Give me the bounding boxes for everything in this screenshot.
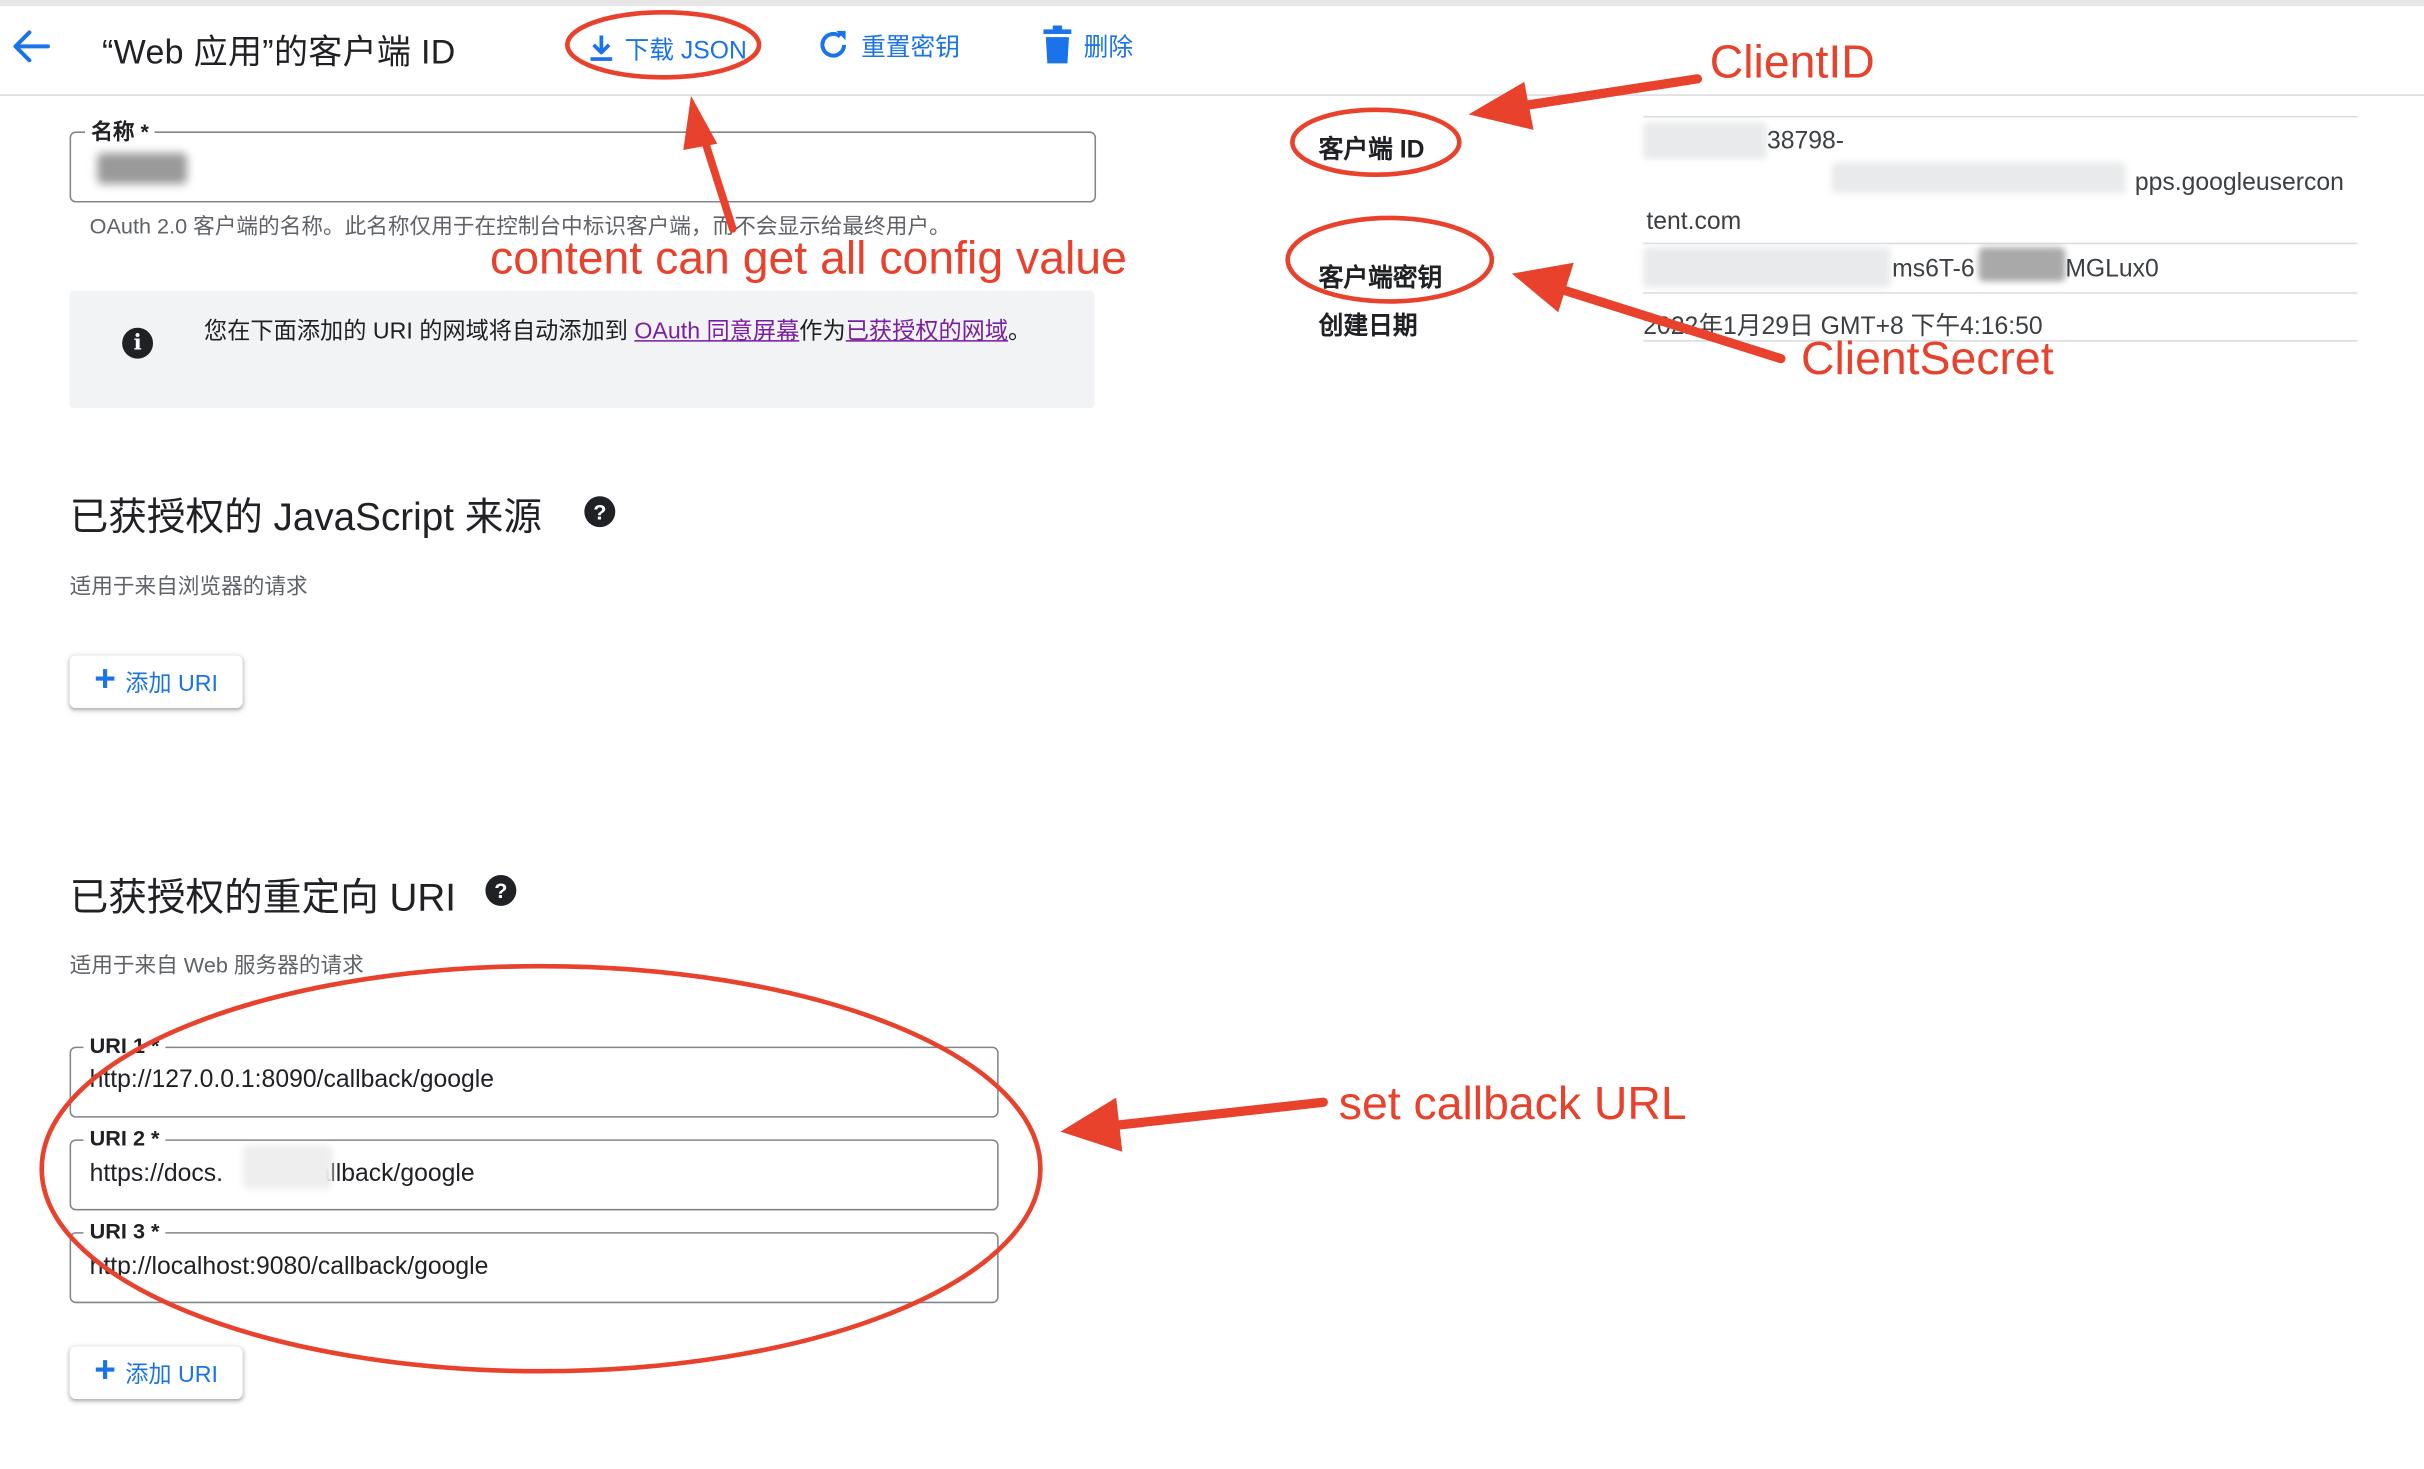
annotation-client-id-text: ClientID	[1709, 37, 1875, 89]
annotation-download-note: content can get all config value	[490, 233, 1127, 285]
annotation-ellipse-secret	[1285, 215, 1495, 304]
annotation-ellipse-download	[565, 10, 762, 80]
annotation-arrow-client-id	[1468, 74, 1703, 130]
annotation-ellipse-redirects	[39, 963, 1043, 1374]
annotation-client-secret-text: ClientSecret	[1800, 333, 2054, 385]
annotation-overlay	[39, 10, 1786, 1374]
annotation-ellipse-client-id	[1290, 107, 1462, 178]
annotation-callback-note: set callback URL	[1338, 1079, 1687, 1131]
annotation-arrow-secret	[1511, 262, 1786, 364]
annotation-arrow-callback	[1060, 1097, 1328, 1152]
annotation-arrow-download	[683, 95, 737, 233]
